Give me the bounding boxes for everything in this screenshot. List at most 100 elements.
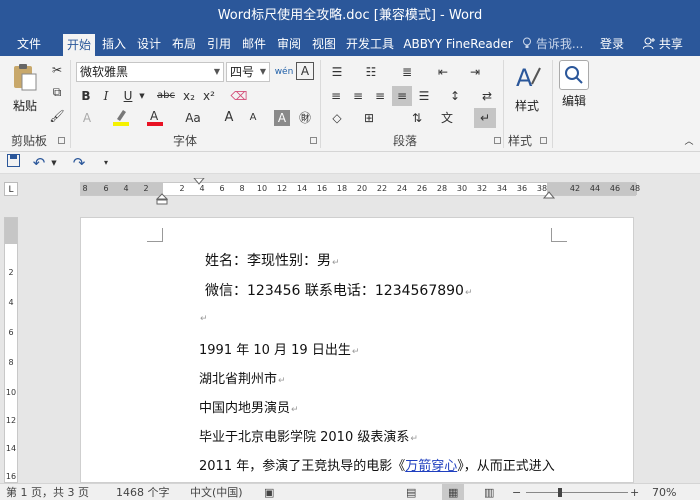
share-button[interactable]: 共享 xyxy=(642,32,683,56)
bold-button[interactable]: B xyxy=(78,86,94,106)
movie-link[interactable]: 万箭穿心 xyxy=(405,459,457,474)
multilevel-list-icon[interactable]: ≣ xyxy=(396,62,418,82)
first-line-indent-marker[interactable] xyxy=(193,178,205,186)
paste-button[interactable]: 粘贴 xyxy=(6,62,44,114)
read-mode-icon[interactable]: ▤ xyxy=(406,484,416,500)
strikethrough-button[interactable]: abc xyxy=(154,86,178,106)
doc-line-profession[interactable]: 中国内地男演员↵ xyxy=(199,397,299,416)
clear-formatting-icon[interactable]: ⌫ xyxy=(230,86,248,106)
copy-icon[interactable]: ⧉ xyxy=(48,82,66,102)
chevron-down-icon[interactable]: ▼ xyxy=(49,153,59,173)
vertical-ruler[interactable]: 2 4 6 8 10 12 14 16 xyxy=(4,217,18,483)
shading-icon[interactable]: ◇ xyxy=(326,108,348,128)
ruler-tick: 42 xyxy=(569,184,581,193)
justify-icon[interactable]: ≡ xyxy=(392,86,412,106)
text-effects-icon[interactable]: A xyxy=(78,108,96,128)
clipboard-launcher-icon[interactable] xyxy=(58,137,65,144)
zoom-in-button[interactable]: + xyxy=(630,484,639,500)
font-launcher-icon[interactable] xyxy=(310,137,317,144)
align-right-icon[interactable]: ≡ xyxy=(370,86,390,106)
doc-line-birth[interactable]: 1991 年 10 月 19 日出生↵ xyxy=(199,339,359,358)
login-button[interactable]: 登录 xyxy=(600,32,624,56)
zoom-level[interactable]: 70% xyxy=(652,484,676,500)
language-indicator[interactable]: 中文(中国) xyxy=(190,484,243,500)
window-title: Word标尺使用全攻略.doc [兼容模式] - Word xyxy=(217,8,483,23)
underline-button[interactable]: U xyxy=(120,86,136,106)
highlighter-icon xyxy=(113,110,129,126)
italic-button[interactable]: I xyxy=(98,86,114,106)
tab-home[interactable]: 开始 xyxy=(63,34,95,56)
hanging-indent-marker[interactable] xyxy=(156,193,168,205)
font-name-select[interactable]: 微软雅黑 ▼ xyxy=(76,62,224,82)
zoom-out-button[interactable]: − xyxy=(512,484,521,500)
page-count[interactable]: 第 1 页，共 3 页 xyxy=(6,484,89,500)
save-icon[interactable] xyxy=(4,153,22,173)
doc-line-education[interactable]: 毕业于北京电影学院 2010 级表演系↵ xyxy=(199,426,418,445)
format-painter-icon[interactable]: 🖌 xyxy=(48,106,66,126)
show-hide-marks-icon[interactable]: ↵ xyxy=(474,108,496,128)
macro-record-icon[interactable]: ▣ xyxy=(264,484,274,500)
tab-insert[interactable]: 插入 xyxy=(98,32,130,56)
tab-design[interactable]: 设计 xyxy=(133,32,165,56)
subscript-button[interactable]: x₂ xyxy=(180,86,198,106)
change-case-button[interactable]: Aa xyxy=(182,108,204,128)
chinese-layout-icon[interactable]: ⇄ xyxy=(476,86,498,106)
bullets-icon[interactable]: ☰ xyxy=(326,62,348,82)
grow-font-button[interactable]: A xyxy=(222,108,236,128)
tab-abbyy[interactable]: ABBYY FineReader xyxy=(402,32,514,56)
doc-line-career[interactable]: 2011 年，参演了王竞执导的电影《万箭穿心》，从而正式进入 xyxy=(199,455,555,474)
font-color-button[interactable]: A xyxy=(146,108,164,128)
styles-launcher-icon[interactable] xyxy=(540,137,547,144)
align-left-icon[interactable]: ≡ xyxy=(326,86,346,106)
document-page[interactable]: 姓名：李现性别：男↵ 微信：123456 联系电话：1234567890↵ ↵ … xyxy=(80,217,634,483)
borders-icon[interactable]: ⊞ xyxy=(358,108,380,128)
doc-line-contact[interactable]: 微信：123456 联系电话：1234567890↵ xyxy=(205,280,473,300)
zoom-slider-track[interactable] xyxy=(526,492,628,493)
tab-review[interactable]: 审阅 xyxy=(273,32,305,56)
divider xyxy=(320,60,321,148)
doc-line-name[interactable]: 姓名：李现性别：男↵ xyxy=(205,250,340,270)
editing-button[interactable]: 编辑 xyxy=(556,60,592,109)
superscript-button[interactable]: x² xyxy=(200,86,218,106)
tab-file[interactable]: 文件 xyxy=(6,32,52,56)
shrink-font-button[interactable]: A xyxy=(246,108,260,128)
doc-line-empty[interactable]: ↵ xyxy=(199,310,208,325)
asian-typography-icon[interactable]: 文 xyxy=(436,108,458,128)
paragraph-launcher-icon[interactable] xyxy=(494,137,501,144)
line-spacing-icon[interactable]: ↕ xyxy=(444,86,466,106)
tab-selector-icon[interactable]: L xyxy=(4,182,18,196)
distributed-icon[interactable]: ☰ xyxy=(414,86,434,106)
phonetic-guide-icon[interactable]: wén xyxy=(274,62,294,82)
tab-mailings[interactable]: 邮件 xyxy=(238,32,270,56)
tab-references[interactable]: 引用 xyxy=(203,32,235,56)
font-size-select[interactable]: 四号 ▼ xyxy=(226,62,270,82)
tell-me-box[interactable]: 告诉我... xyxy=(522,32,583,56)
right-indent-marker[interactable] xyxy=(543,191,555,199)
styles-button[interactable]: A 样式 xyxy=(508,62,546,114)
decrease-indent-icon[interactable]: ⇤ xyxy=(432,62,454,82)
tab-view[interactable]: 视图 xyxy=(308,32,340,56)
cut-icon[interactable]: ✂ xyxy=(48,60,66,80)
undo-icon[interactable]: ↶ xyxy=(30,153,48,173)
web-layout-icon[interactable]: ▥ xyxy=(484,484,494,500)
enclose-characters-icon[interactable]: ㊖ xyxy=(296,108,314,128)
svg-text:A: A xyxy=(516,64,533,92)
character-shading-icon[interactable]: A xyxy=(274,110,290,126)
highlight-button[interactable] xyxy=(112,108,130,128)
zoom-slider-thumb[interactable] xyxy=(558,488,562,497)
tab-layout[interactable]: 布局 xyxy=(168,32,200,56)
redo-icon[interactable]: ↷ xyxy=(70,153,88,173)
customize-qat-icon[interactable]: ▾ xyxy=(100,153,112,173)
increase-indent-icon[interactable]: ⇥ xyxy=(464,62,486,82)
chevron-down-icon[interactable]: ▼ xyxy=(138,86,146,106)
collapse-ribbon-icon[interactable]: ︿ xyxy=(682,132,696,152)
doc-line-hometown[interactable]: 湖北省荆州市↵ xyxy=(199,368,286,387)
tab-developer[interactable]: 开发工具 xyxy=(342,32,398,56)
numbering-icon[interactable]: ☷ xyxy=(360,62,382,82)
word-count[interactable]: 1468 个字 xyxy=(116,484,170,500)
sort-icon[interactable]: ⇅ xyxy=(406,108,428,128)
align-center-icon[interactable]: ≡ xyxy=(348,86,368,106)
print-layout-icon[interactable]: ▦ xyxy=(442,484,465,500)
character-border-icon[interactable]: A xyxy=(296,62,314,80)
magnifier-glyph xyxy=(565,66,583,84)
